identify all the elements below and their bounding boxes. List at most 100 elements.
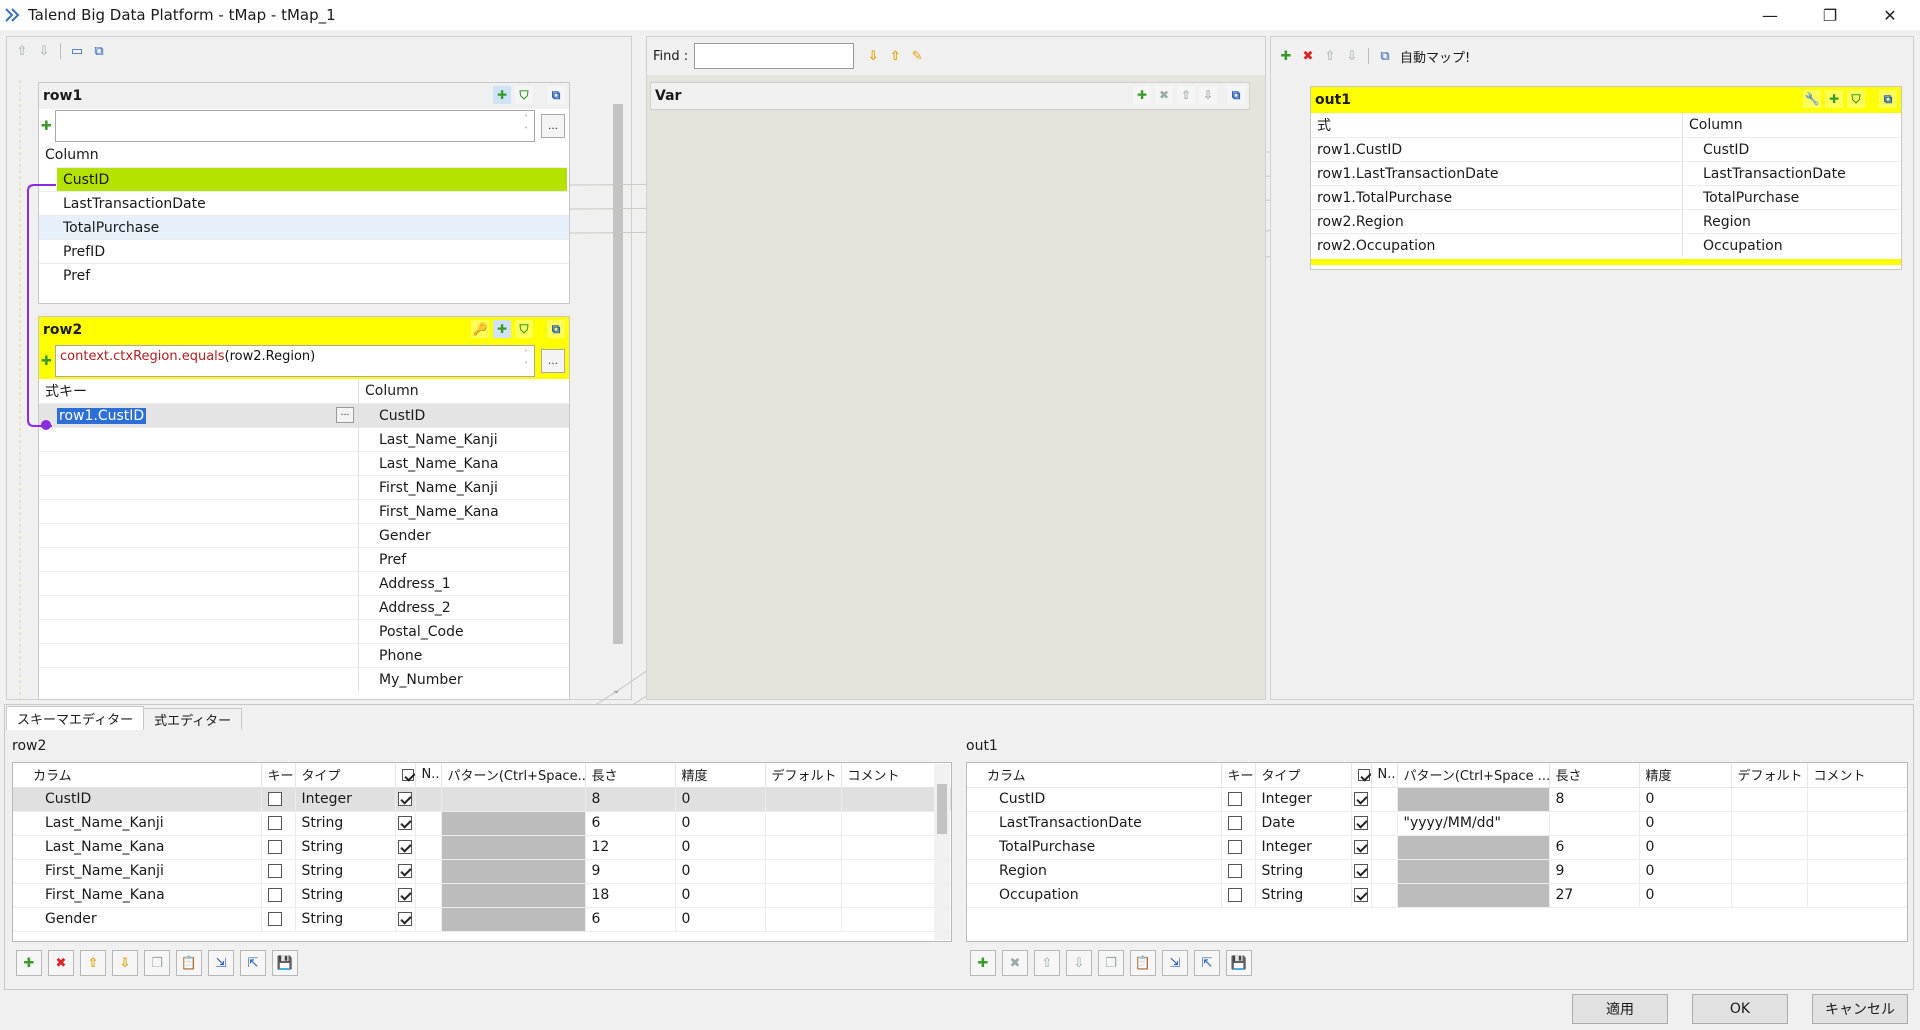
highlight-all-icon[interactable]: ✎ — [908, 47, 926, 65]
filter-spin-icon[interactable]: ˄ ˅ — [520, 348, 532, 372]
schema-pattern-cell[interactable] — [1397, 883, 1550, 908]
schema-key-cell[interactable] — [261, 907, 296, 932]
schema-key-cell[interactable] — [261, 811, 296, 836]
schema-default-cell[interactable] — [1731, 883, 1808, 908]
schema-left-scrollbar[interactable] — [934, 764, 950, 940]
schema-type-cell[interactable]: Integer — [1255, 787, 1352, 812]
col-header[interactable]: キー — [1221, 763, 1256, 788]
paste-button[interactable]: 📋 — [176, 950, 202, 976]
restore-button[interactable]: ❐ — [1800, 0, 1860, 30]
schema-type-cell[interactable]: String — [295, 811, 396, 836]
out1-expr-cell[interactable]: row1.LastTransactionDate — [1311, 161, 1683, 185]
minimize-table-icon[interactable]: ⧉ — [1227, 86, 1245, 104]
schema-precision-cell[interactable]: 0 — [1639, 883, 1732, 908]
select-all-checkbox[interactable] — [1357, 768, 1370, 781]
key-checkbox[interactable] — [267, 792, 282, 806]
add-column-button[interactable]: ✚ — [970, 950, 996, 976]
row1-expression-builder-button[interactable]: … — [541, 114, 565, 138]
schema-row[interactable]: Region String 9 0 — [967, 859, 1907, 884]
export-schema-button[interactable]: ⇱ — [1194, 950, 1220, 976]
schema-comment-cell[interactable] — [1807, 787, 1907, 812]
schema-key-cell[interactable] — [1221, 835, 1256, 860]
expr-key-value[interactable]: row1.CustID — [57, 407, 147, 424]
row2-column[interactable]: Last_Name_Kana — [359, 451, 569, 475]
col-header[interactable]: N.. — [415, 763, 442, 788]
schema-pattern-cell[interactable] — [1397, 859, 1550, 884]
schema-type-cell[interactable]: String — [295, 859, 396, 884]
out1-column-cell[interactable]: CustID — [1683, 137, 1901, 161]
out1-column-cell[interactable]: Region — [1683, 209, 1901, 233]
schema-row[interactable]: TotalPurchase Integer 6 0 — [967, 835, 1907, 860]
nullable-checkbox[interactable] — [397, 816, 412, 830]
schema-nullable-cell[interactable] — [395, 883, 416, 908]
col-header[interactable]: タイプ — [1255, 763, 1352, 788]
schema-column-name[interactable]: First_Name_Kanji — [13, 859, 262, 884]
row1-column-totalpurchase[interactable]: TotalPurchase — [39, 215, 569, 239]
minimize-all-icon[interactable]: ▭ — [68, 42, 86, 60]
schema-type-cell[interactable]: Date — [1255, 811, 1352, 836]
nullable-checkbox[interactable] — [397, 792, 412, 806]
out1-column-cell[interactable]: TotalPurchase — [1683, 185, 1901, 209]
move-up-icon[interactable]: ⇧ — [1321, 47, 1339, 65]
schema-default-cell[interactable] — [765, 907, 842, 932]
remove-output-icon[interactable]: ✖ — [1299, 47, 1317, 65]
schema-precision-cell[interactable]: 0 — [1639, 859, 1732, 884]
nullable-checkbox[interactable] — [397, 840, 412, 854]
export-schema-button[interactable]: ⇱ — [240, 950, 266, 976]
nullable-checkbox[interactable] — [1353, 840, 1368, 854]
schema-precision-cell[interactable]: 0 — [675, 835, 766, 860]
nullable-checkbox[interactable] — [397, 864, 412, 878]
find-previous-icon[interactable]: ⇧ — [886, 47, 904, 65]
minimize-button[interactable]: — — [1740, 0, 1800, 30]
schema-precision-cell[interactable]: 0 — [675, 907, 766, 932]
out1-row[interactable]: row1.CustID CustID — [1311, 137, 1901, 161]
out1-expr-cell[interactable]: row1.TotalPurchase — [1311, 185, 1683, 209]
close-button[interactable]: ✕ — [1860, 0, 1920, 30]
schema-length-cell[interactable]: 27 — [1549, 883, 1640, 908]
schema-precision-cell[interactable]: 0 — [675, 811, 766, 836]
move-up-icon[interactable]: ⇧ — [1177, 86, 1195, 104]
col-header[interactable]: パターン(Ctrl+Space ... — [1397, 763, 1550, 788]
move-up-button[interactable]: ⇧ — [1034, 950, 1060, 976]
row1-column-prefid[interactable]: PrefID — [39, 239, 569, 263]
schema-default-cell[interactable] — [1731, 787, 1808, 812]
schema-column-name[interactable]: Occupation — [967, 883, 1222, 908]
schema-length-cell[interactable]: 12 — [585, 835, 676, 860]
find-next-icon[interactable]: ⇩ — [864, 47, 882, 65]
col-header[interactable]: 長さ — [1549, 763, 1640, 788]
key-checkbox[interactable] — [1227, 864, 1242, 878]
select-all-checkbox[interactable] — [401, 768, 414, 781]
nullable-checkbox[interactable] — [397, 912, 412, 926]
col-header[interactable]: コメント — [1807, 763, 1907, 788]
scroll-down-icon[interactable]: ⌄ — [612, 685, 620, 696]
schema-nullable-cell[interactable] — [1351, 811, 1372, 836]
schema-default-cell[interactable] — [1731, 811, 1808, 836]
row2-column[interactable]: Gender — [359, 523, 569, 547]
schema-row[interactable]: First_Name_Kanji String 9 0 — [13, 859, 951, 884]
schema-comment-cell[interactable] — [1807, 883, 1907, 908]
schema-default-cell[interactable] — [765, 883, 842, 908]
filter-icon[interactable]: ⛉ — [515, 320, 533, 338]
schema-pattern-cell[interactable] — [441, 811, 586, 836]
col-header-check[interactable] — [1351, 763, 1372, 788]
schema-precision-cell[interactable]: 0 — [675, 859, 766, 884]
out1-column-cell[interactable]: Occupation — [1683, 233, 1901, 257]
col-header[interactable]: 精度 — [1639, 763, 1732, 788]
row2-expr-key-cell[interactable]: row1.CustID … — [39, 403, 358, 427]
row2-expression-builder-button[interactable]: … — [541, 349, 565, 373]
move-up-icon[interactable]: ⇧ — [13, 42, 31, 60]
scrollbar-thumb[interactable] — [937, 784, 947, 834]
add-expression-icon[interactable]: ✚ — [41, 119, 55, 134]
schema-pattern-cell[interactable] — [441, 835, 586, 860]
row2-column[interactable]: Address_1 — [359, 571, 569, 595]
remove-column-button[interactable]: ✖ — [48, 950, 74, 976]
add-filter-icon[interactable]: ✚ — [493, 86, 511, 104]
schema-default-cell[interactable] — [765, 835, 842, 860]
col-header[interactable]: カラム — [13, 763, 262, 788]
schema-type-cell[interactable]: String — [1255, 859, 1352, 884]
expr-key-edit-button[interactable]: … — [336, 407, 354, 423]
key-checkbox[interactable] — [267, 912, 282, 926]
restore-all-icon[interactable]: ⧉ — [90, 42, 108, 60]
schema-length-cell[interactable]: 6 — [585, 907, 676, 932]
key-checkbox[interactable] — [1227, 840, 1242, 854]
